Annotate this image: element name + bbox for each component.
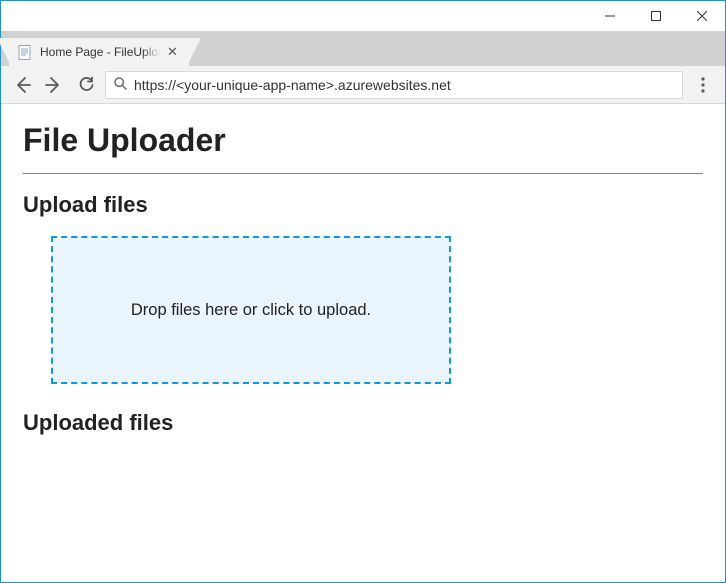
page-title: File Uploader (23, 122, 703, 159)
arrow-right-icon (45, 76, 63, 94)
reload-icon (78, 76, 95, 93)
section-heading-upload: Upload files (23, 192, 703, 218)
nav-forward-button[interactable] (41, 72, 67, 98)
page-favicon-icon (17, 44, 33, 60)
dropzone-label: Drop files here or click to upload. (131, 301, 371, 320)
maximize-icon (651, 11, 661, 21)
browser-tab-title: Home Page - FileUploade (40, 45, 160, 59)
window-close-button[interactable] (679, 1, 725, 31)
page-content: File Uploader Upload files Drop files he… (1, 104, 725, 582)
address-bar[interactable]: https://<your-unique-app-name>.azurewebs… (105, 71, 683, 99)
window-maximize-button[interactable] (633, 1, 679, 31)
browser-menu-button[interactable] (689, 71, 717, 99)
address-bar-url: https://<your-unique-app-name>.azurewebs… (134, 77, 674, 93)
browser-tab-strip: Home Page - FileUploade ✕ (1, 31, 725, 66)
section-heading-uploaded: Uploaded files (23, 410, 703, 436)
nav-reload-button[interactable] (73, 72, 99, 98)
window-minimize-button[interactable] (587, 1, 633, 31)
horizontal-rule (23, 173, 703, 174)
close-icon (697, 11, 707, 21)
tab-close-button[interactable]: ✕ (167, 44, 178, 60)
file-dropzone[interactable]: Drop files here or click to upload. (51, 236, 451, 384)
browser-tab-active[interactable]: Home Page - FileUploade ✕ (9, 38, 189, 66)
browser-toolbar: https://<your-unique-app-name>.azurewebs… (1, 66, 725, 104)
minimize-icon (605, 11, 615, 21)
search-icon (114, 77, 127, 93)
window-titlebar (1, 1, 725, 31)
arrow-left-icon (13, 76, 31, 94)
nav-back-button[interactable] (9, 72, 35, 98)
kebab-menu-icon (701, 77, 705, 93)
